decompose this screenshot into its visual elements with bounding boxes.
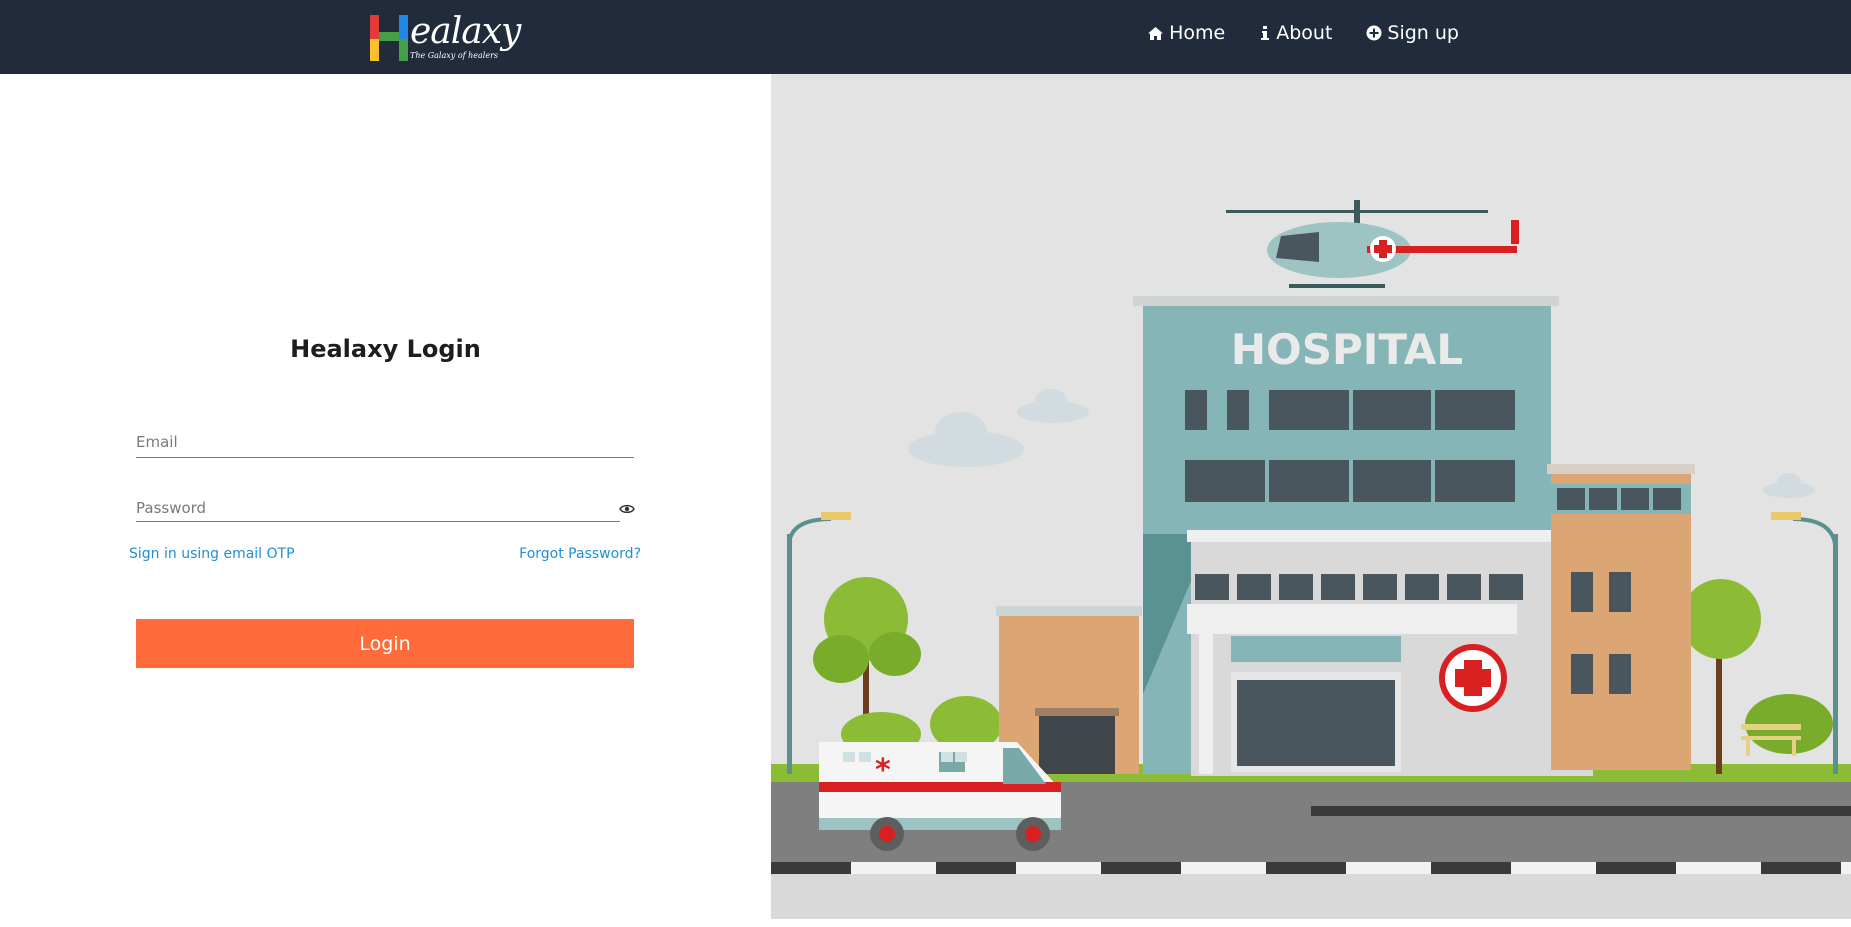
red-cross-sign-icon (1439, 644, 1507, 712)
healaxy-logo[interactable]: ealaxy The Galaxy of healers (368, 10, 521, 66)
info-icon (1261, 26, 1270, 40)
home-icon (1148, 26, 1164, 40)
email-input[interactable] (136, 433, 634, 454)
login-title: Healaxy Login (290, 335, 481, 363)
logo-tagline: The Galaxy of healers (410, 51, 499, 60)
email-otp-link[interactable]: Sign in using email OTP (129, 546, 295, 562)
plus-circle-icon (1366, 25, 1382, 41)
nav-about-label: About (1276, 22, 1333, 44)
hospital-sign: HOSPITAL (1231, 325, 1463, 374)
logo-h-mark-icon (370, 15, 408, 61)
svg-text:*: * (875, 753, 891, 788)
main-nav: Home About Sign up (1113, 22, 1459, 44)
top-navbar: ealaxy The Galaxy of healers Home About … (0, 0, 1851, 74)
nav-home[interactable]: Home (1147, 22, 1225, 44)
nav-home-label: Home (1169, 22, 1226, 44)
logo-wordmark: ealaxy (410, 11, 521, 52)
hospital-illustration: HOSPITAL * (771, 74, 1851, 919)
email-field-wrapper (136, 432, 634, 458)
nav-signup[interactable]: Sign up (1366, 22, 1459, 44)
forgot-password-link[interactable]: Forgot Password? (519, 546, 641, 562)
show-password-eye-icon[interactable] (619, 501, 635, 517)
password-field-wrapper (136, 498, 620, 522)
login-button[interactable]: Login (136, 619, 634, 668)
password-input[interactable] (136, 499, 620, 520)
nav-about[interactable]: About (1259, 22, 1332, 44)
nav-signup-label: Sign up (1387, 22, 1459, 44)
login-panel: Healaxy Login Sign in using email OTP Fo… (0, 74, 771, 927)
